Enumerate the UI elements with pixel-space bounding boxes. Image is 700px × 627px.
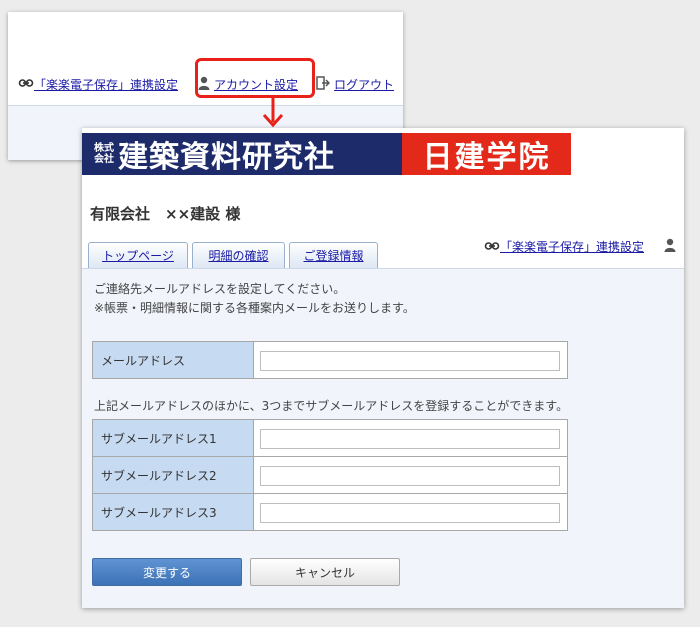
email-input[interactable] bbox=[260, 350, 560, 371]
tab-registration[interactable]: ご登録情報 bbox=[289, 242, 378, 268]
tab-statement[interactable]: 明細の確認 bbox=[192, 242, 285, 268]
logout-icon bbox=[316, 75, 331, 93]
sub-email-2-input[interactable] bbox=[260, 465, 560, 486]
content-area: ご連絡先メールアドレスを設定してください。 ※帳票・明細情報に関する各種案内メー… bbox=[82, 268, 684, 608]
form-row: サブメールアドレス1 bbox=[92, 419, 568, 457]
kabu-top: 株式 bbox=[94, 143, 114, 154]
email-cell bbox=[253, 341, 568, 379]
rakuraku-link[interactable]: 「楽楽電子保存」連携設定 bbox=[34, 76, 178, 93]
sub-email-2-cell bbox=[253, 456, 568, 494]
company-logo: 株式 会社 建築資料研究社 bbox=[82, 133, 402, 175]
intro-text: ご連絡先メールアドレスを設定してください。 bbox=[94, 282, 346, 296]
tab-top-page[interactable]: トップページ bbox=[88, 242, 188, 268]
sub-email-3-input[interactable] bbox=[260, 502, 560, 523]
email-label: メールアドレス bbox=[92, 341, 254, 379]
sub-email-2-label: サブメールアドレス2 bbox=[92, 456, 254, 494]
kabushiki-kaisha-mark: 株式 会社 bbox=[94, 143, 114, 165]
tab-label: ご登録情報 bbox=[303, 249, 364, 263]
sub-email-note: 上記メールアドレスのほかに、3つまでサブメールアドレスを登録することができます。 bbox=[94, 399, 569, 413]
kabu-bottom: 会社 bbox=[94, 154, 114, 165]
cancel-button[interactable]: キャンセル bbox=[250, 558, 400, 586]
highlight-frame bbox=[195, 58, 315, 98]
sub-email-3-label: サブメールアドレス3 bbox=[92, 493, 254, 531]
school-logo: 日建学院 bbox=[402, 133, 571, 175]
rakuraku-link[interactable]: 「楽楽電子保存」連携設定 bbox=[500, 238, 644, 255]
submit-button[interactable]: 変更する bbox=[92, 558, 242, 586]
customer-name: 有限会社 ××建設 様 bbox=[90, 205, 241, 223]
sub-email-1-input[interactable] bbox=[260, 428, 560, 449]
sub-email-1-cell bbox=[253, 419, 568, 457]
company-logo-text: 建築資料研究社 bbox=[118, 140, 335, 175]
sub-email-3-cell bbox=[253, 493, 568, 531]
link-icon bbox=[484, 240, 500, 254]
form-row: サブメールアドレス2 bbox=[92, 456, 568, 494]
sub-email-table: サブメールアドレス1 サブメールアドレス2 サブメールアドレス3 bbox=[92, 419, 568, 531]
intro-note: ※帳票・明細情報に関する各種案内メールをお送りします。 bbox=[94, 301, 415, 315]
site-logo: 株式 会社 建築資料研究社 日建学院 bbox=[82, 133, 571, 175]
user-icon bbox=[664, 238, 676, 255]
header-nav-right: 「楽楽電子保存」連携設定 bbox=[484, 238, 676, 255]
link-icon bbox=[18, 77, 34, 91]
form-row: メールアドレス bbox=[92, 341, 568, 379]
account-settings-page: 株式 会社 建築資料研究社 日建学院 有限会社 ××建設 様 トップページ 明細… bbox=[82, 128, 684, 608]
logout-link[interactable]: ログアウト bbox=[334, 76, 394, 93]
sub-email-1-label: サブメールアドレス1 bbox=[92, 419, 254, 457]
tab-label: 明細の確認 bbox=[208, 249, 269, 263]
tab-bar: トップページ 明細の確認 ご登録情報 bbox=[88, 242, 382, 268]
main-email-table: メールアドレス bbox=[92, 341, 568, 379]
arrow-down-icon bbox=[262, 98, 284, 128]
tab-label: トップページ bbox=[102, 249, 174, 263]
form-row: サブメールアドレス3 bbox=[92, 493, 568, 531]
